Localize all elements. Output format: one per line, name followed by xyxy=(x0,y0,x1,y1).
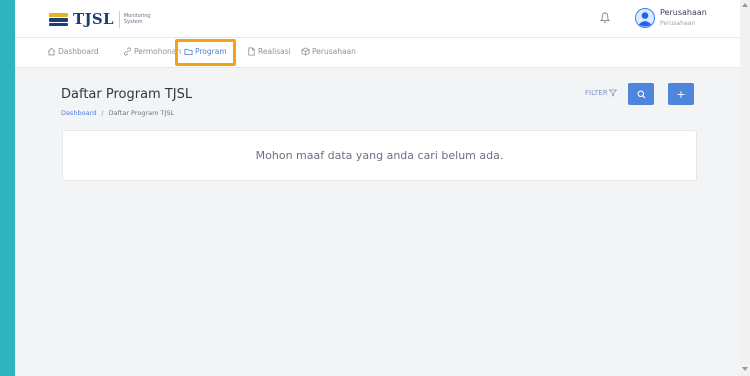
empty-state-card: Mohon maaf data yang anda cari belum ada… xyxy=(62,130,697,181)
breadcrumb-current: Daftar Program TJSL xyxy=(108,109,175,117)
nav-label: Realisasi xyxy=(258,47,291,56)
filter-icon xyxy=(608,89,617,97)
logo-mark-icon xyxy=(49,11,68,28)
breadcrumb-home-link[interactable]: Dashboard xyxy=(61,109,96,117)
vertical-scrollbar[interactable] xyxy=(740,0,750,376)
nav-label: Perusahaan xyxy=(312,47,356,56)
nav-item-realisasi[interactable]: Realisasi xyxy=(247,47,291,56)
nav-item-dashboard[interactable]: Dashboard xyxy=(47,47,99,56)
user-role: Perusahaan xyxy=(660,20,696,27)
scroll-up-arrow-icon[interactable] xyxy=(742,3,748,7)
main-nav: Dashboard Permohonan Program Realisasi P… xyxy=(15,38,740,68)
nav-item-perusahaan[interactable]: Perusahaan xyxy=(301,47,356,56)
plus-icon: + xyxy=(676,87,686,101)
search-icon xyxy=(637,90,645,98)
document-icon xyxy=(248,47,255,56)
breadcrumb: Dashboard / Daftar Program TJSL xyxy=(61,109,174,117)
brand-subtitle: Monitoring System xyxy=(123,13,151,25)
page-title: Daftar Program TJSL xyxy=(61,87,193,102)
brand-divider xyxy=(118,10,120,28)
user-avatar-icon[interactable] xyxy=(635,8,655,28)
scroll-down-arrow-icon[interactable] xyxy=(742,367,748,371)
add-button[interactable]: + xyxy=(668,83,694,105)
brand-logo[interactable]: TJSL Monitoring System xyxy=(49,9,154,29)
filter-toggle[interactable]: FILTER xyxy=(585,89,617,97)
user-name[interactable]: Perusahaan xyxy=(660,8,707,17)
link-icon xyxy=(124,47,131,56)
search-button[interactable] xyxy=(628,83,654,105)
bell-icon[interactable] xyxy=(600,12,610,24)
home-icon xyxy=(47,47,56,56)
nav-label: Dashboard xyxy=(58,47,99,56)
breadcrumb-separator: / xyxy=(101,109,104,117)
building-icon xyxy=(301,47,310,56)
nav-item-permohonan[interactable]: Permohonan xyxy=(123,47,181,56)
empty-state-message: Mohon maaf data yang anda cari belum ada… xyxy=(255,149,504,162)
browser-window: TJSL Monitoring System Perusahaan Perusa… xyxy=(15,0,750,376)
filter-label: FILTER xyxy=(585,89,608,97)
program-highlight-box xyxy=(175,39,236,66)
top-header: TJSL Monitoring System Perusahaan Perusa… xyxy=(15,0,740,38)
brand-name: TJSL xyxy=(73,10,114,28)
